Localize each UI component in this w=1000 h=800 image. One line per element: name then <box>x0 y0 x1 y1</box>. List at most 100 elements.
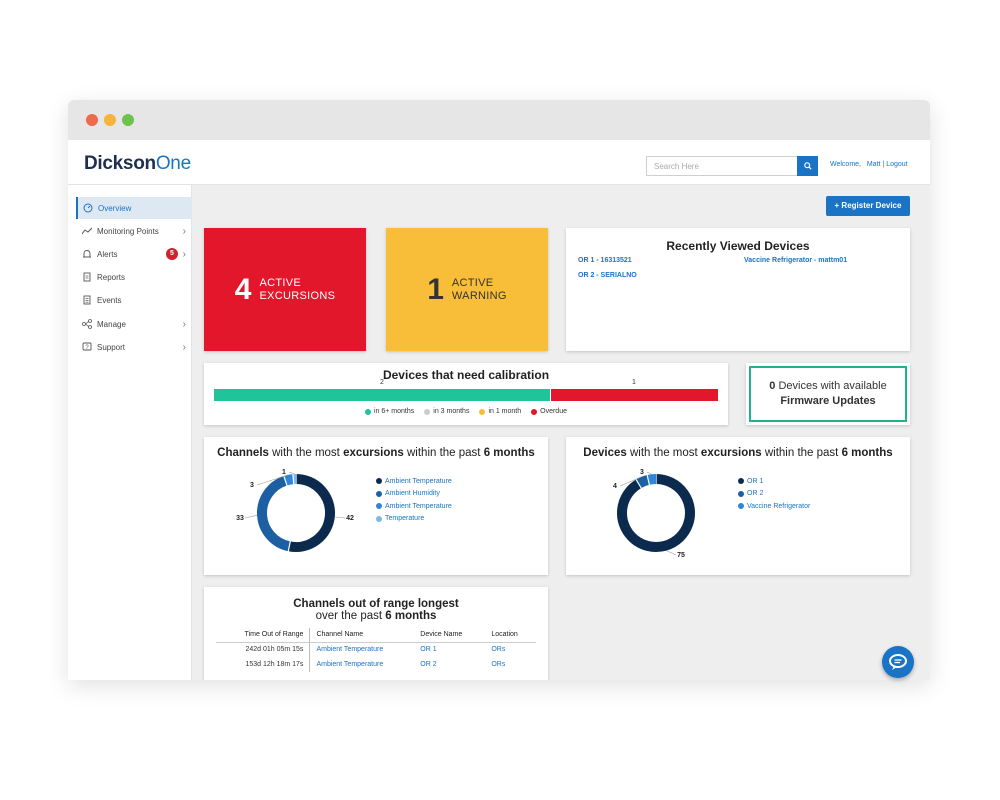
logo-main: Dickson <box>84 153 156 174</box>
legend-item[interactable]: Temperature <box>376 513 452 526</box>
sidebar-item-overview[interactable]: Overview <box>76 197 192 219</box>
top-bar: DicksonOne Search Here Welcome, Matt | L… <box>68 140 930 185</box>
legend-item[interactable]: Ambient Humidity <box>376 488 452 501</box>
search-icon <box>803 162 812 170</box>
legend-dot-icon <box>738 478 744 485</box>
sidebar-item-label: Alerts <box>97 249 118 259</box>
calibration-bar: 21 <box>214 379 718 403</box>
table-header-row: Time Out of Range Channel Name Device Na… <box>216 628 536 643</box>
donut-data-label: 4 <box>613 483 617 490</box>
legend-dot-icon <box>479 408 486 415</box>
maximize-window-dot[interactable] <box>122 114 134 126</box>
register-device-button[interactable]: + Register Device <box>826 196 910 216</box>
calibration-legend: in 6+ months in 3 months in 1 month Overdue <box>204 408 728 415</box>
donut-slice[interactable] <box>617 474 695 552</box>
donut-slice[interactable] <box>647 474 657 485</box>
sidebar-item-reports[interactable]: Reports <box>76 266 192 288</box>
channel-name-link[interactable]: Ambient Temperature <box>310 642 414 657</box>
chat-icon <box>889 654 907 670</box>
location-link[interactable]: ORs <box>485 657 536 672</box>
title-line2-prefix: over the past <box>315 610 386 622</box>
search-button[interactable] <box>797 156 818 176</box>
user-link[interactable]: Matt <box>867 161 881 168</box>
browser-window: DicksonOne Search Here Welcome, Matt | L… <box>68 100 930 680</box>
logo[interactable]: DicksonOne <box>84 153 191 175</box>
legend-label: Ambient Humidity <box>385 490 440 498</box>
chevron-right-icon: › <box>182 341 186 353</box>
close-window-dot[interactable] <box>86 114 98 126</box>
location-link[interactable]: ORs <box>485 642 536 657</box>
device-name-link[interactable]: OR 1 <box>414 642 485 657</box>
sidebar-item-monitoring-points[interactable]: Monitoring Points › <box>76 220 192 242</box>
bell-icon <box>83 250 91 258</box>
legend-dot-icon <box>738 490 744 497</box>
donut-slice[interactable] <box>636 475 650 489</box>
table-row: 242d 01h 05m 15s Ambient Temperature OR … <box>216 642 536 657</box>
devices-legend: OR 1 OR 2 Vaccine Refrigerator <box>738 475 810 513</box>
legend-dot-icon <box>531 408 538 415</box>
sidebar-item-label: Manage <box>97 319 126 329</box>
recent-device-link[interactable]: OR 1 - 16313521 <box>578 257 632 264</box>
column-header[interactable]: Channel Name <box>309 628 415 643</box>
active-excursions-card[interactable]: 4 ACTIVE EXCURSIONS <box>204 228 366 351</box>
legend-label: in 6+ months <box>373 408 415 415</box>
legend-item[interactable]: Ambient Temperature <box>376 475 452 488</box>
warnings-label: ACTIVE WARNING <box>452 277 507 303</box>
calibration-segment-label: 2 <box>380 379 384 386</box>
column-header[interactable]: Time Out of Range <box>216 628 311 643</box>
search-input[interactable]: Search Here <box>646 156 798 176</box>
logout-link[interactable]: Logout <box>886 161 907 168</box>
calibration-segment[interactable] <box>551 389 718 401</box>
column-header[interactable]: Location <box>485 628 536 643</box>
welcome-text: Welcome, Matt | Logout <box>830 161 908 168</box>
legend-item[interactable]: Ambient Temperature <box>376 500 452 513</box>
active-warning-card[interactable]: 1 ACTIVE WARNING <box>386 228 548 351</box>
gauge-icon <box>83 203 93 213</box>
donut-slice[interactable] <box>288 474 335 552</box>
calibration-segment[interactable] <box>214 389 550 401</box>
events-icon <box>83 295 91 305</box>
calibration-legend-item: in 3 months <box>424 408 469 415</box>
legend-item[interactable]: OR 2 <box>738 488 810 501</box>
legend-item[interactable]: Vaccine Refrigerator <box>738 500 810 513</box>
calibration-legend-item: Overdue <box>531 408 567 415</box>
recently-viewed-title: Recently Viewed Devices <box>666 239 810 253</box>
donut-slice[interactable] <box>283 474 294 486</box>
minimize-window-dot[interactable] <box>104 114 116 126</box>
chat-button[interactable] <box>882 646 914 678</box>
sidebar-item-label: Support <box>97 342 126 352</box>
sidebar-item-manage[interactable]: Manage › <box>76 313 192 335</box>
sidebar-item-alerts[interactable]: Alerts 5 › <box>76 243 192 265</box>
firmware-box: 0 Devices with available Firmware Update… <box>749 366 907 422</box>
sidebar-item-label: Overview <box>98 203 132 213</box>
legend-dot-icon <box>376 503 382 510</box>
trend-icon <box>82 227 92 235</box>
app: DicksonOne Search Here Welcome, Matt | L… <box>68 140 930 680</box>
sidebar-item-label: Reports <box>97 272 126 282</box>
sidebar-item-support[interactable]: ? Support › <box>76 336 192 358</box>
legend-dot-icon <box>376 490 382 497</box>
legend-item[interactable]: OR 1 <box>738 475 810 488</box>
calibration-legend-item: in 1 month <box>479 408 521 415</box>
warnings-label-line2: WARNING <box>451 289 507 302</box>
recently-viewed-card: Recently Viewed Devices OR 1 - 16313521 … <box>566 228 910 351</box>
donut-data-label: 75 <box>677 552 685 559</box>
channel-name-link[interactable]: Ambient Temperature <box>310 657 414 672</box>
excursions-label: ACTIVE EXCURSIONS <box>259 277 335 303</box>
sidebar-item-events[interactable]: Events <box>76 289 192 311</box>
sidebar-item-label: Events <box>97 295 122 305</box>
legend-label: Ambient Temperature <box>385 477 452 485</box>
warnings-label-line1: ACTIVE <box>451 276 494 289</box>
recent-device-link[interactable]: OR 2 - SERIALNO <box>578 272 637 279</box>
devices-chart-card: Devices with the most excursions within … <box>566 437 910 575</box>
chevron-right-icon: › <box>182 225 186 237</box>
donut-slice[interactable] <box>257 475 291 552</box>
firmware-card[interactable]: 0 Devices with available Firmware Update… <box>746 363 910 425</box>
recent-device-link[interactable]: Vaccine Refrigerator - mattm01 <box>744 257 847 264</box>
firmware-line1: Devices with available <box>778 380 887 392</box>
firmware-count: 0 <box>769 380 776 392</box>
manage-icon <box>82 319 92 329</box>
out-of-range-title-line2: over the past 6 months <box>316 610 437 622</box>
device-name-link[interactable]: OR 2 <box>414 657 485 672</box>
column-header[interactable]: Device Name <box>414 628 486 643</box>
